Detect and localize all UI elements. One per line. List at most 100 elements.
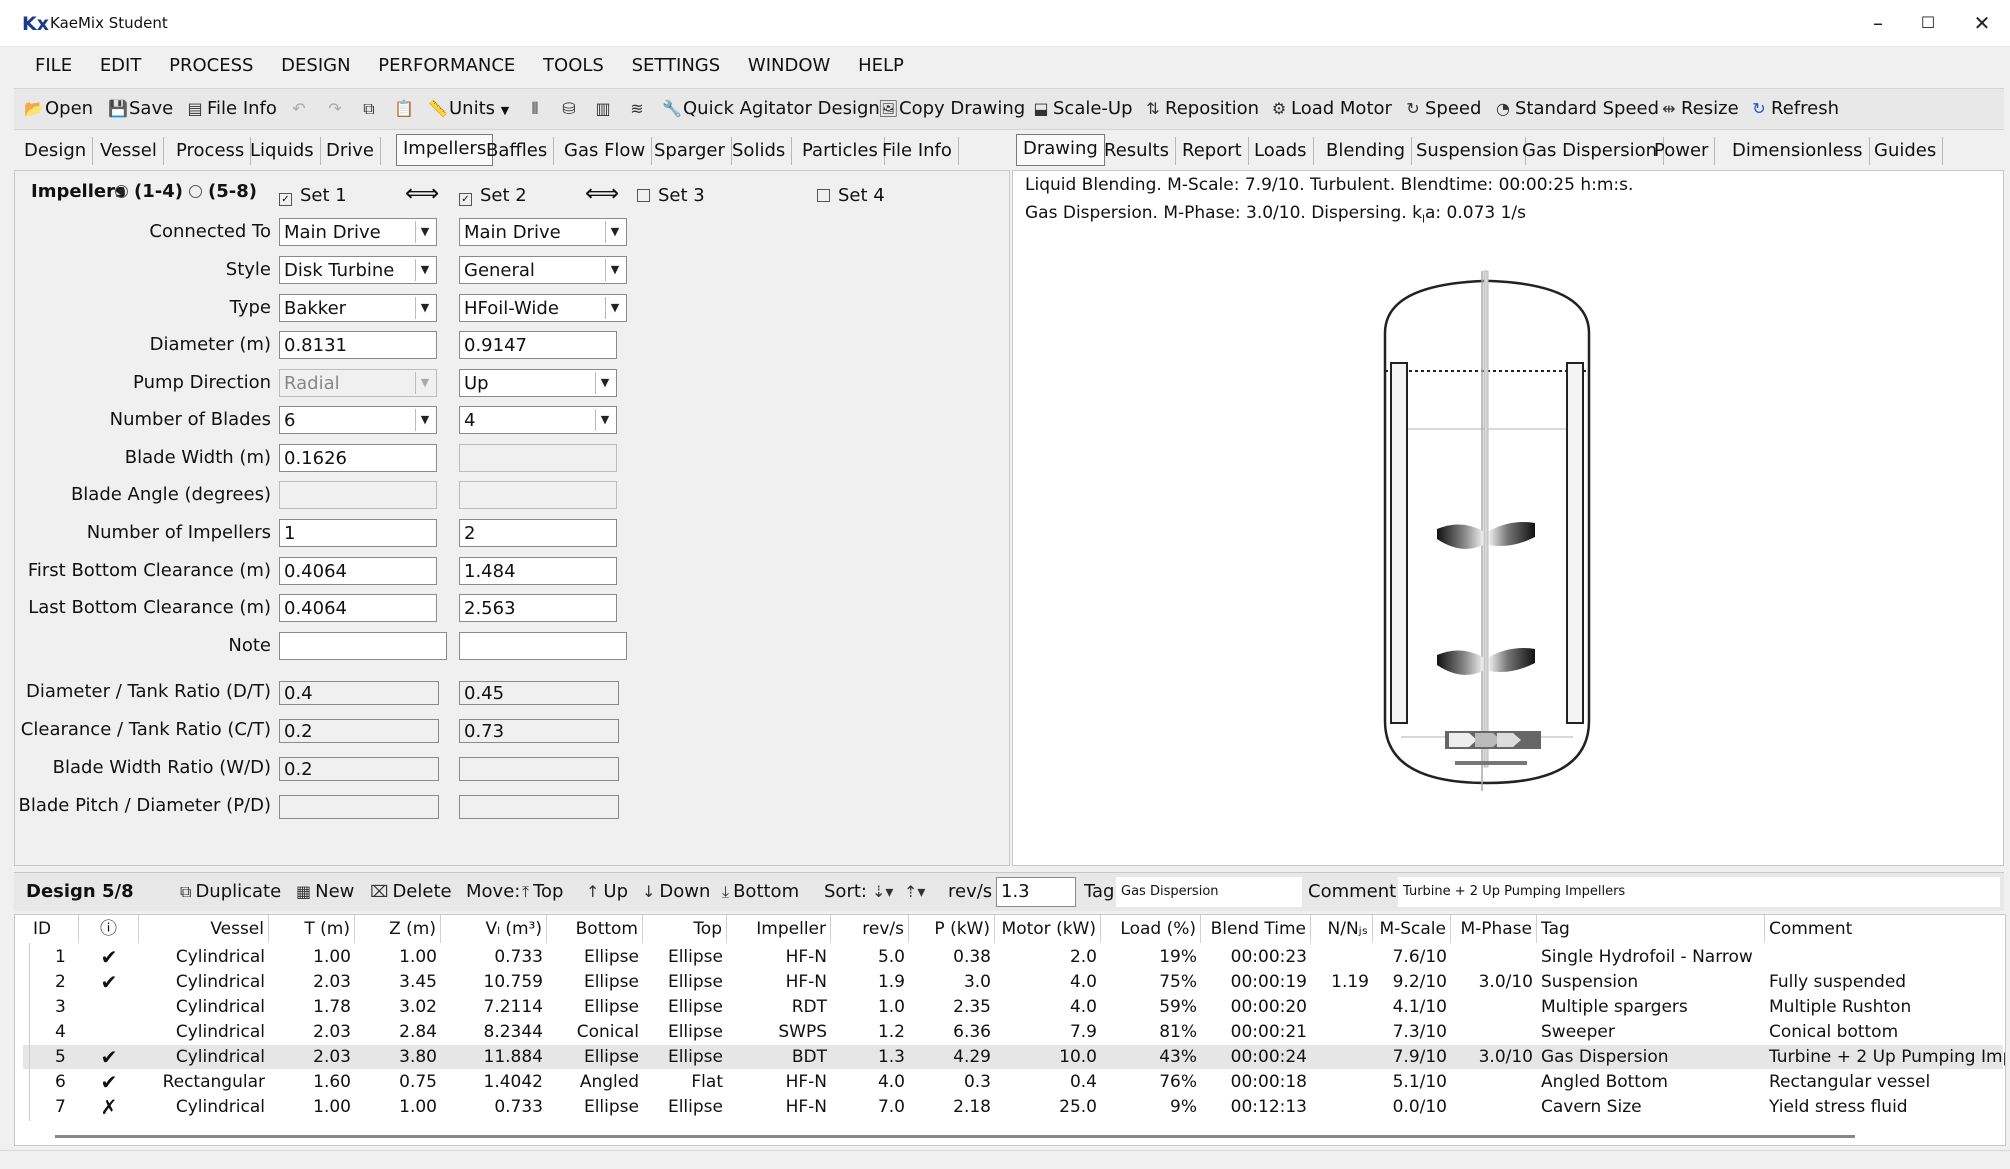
tab-loads[interactable]: Loads — [1248, 137, 1314, 165]
tab-blending[interactable]: Blending — [1320, 137, 1413, 165]
vessel-tool-button[interactable]: ⛁ — [560, 95, 581, 123]
units-dropdown[interactable]: 📏Units ▼ — [428, 95, 509, 123]
set2-number-of-impellers-input[interactable]: 2 — [459, 519, 617, 547]
tab-sparger[interactable]: Sparger — [648, 137, 732, 165]
reposition-button[interactable]: ⇅ Reposition — [1144, 95, 1259, 123]
column-header-njs-ratio[interactable]: N/Nⱼₛ — [1311, 915, 1373, 943]
tab-guides[interactable]: Guides — [1868, 137, 1944, 165]
duplicate-button[interactable]: ⧉ Duplicate — [180, 878, 281, 906]
new-button[interactable]: ▦ New — [296, 878, 354, 906]
tab-vessel[interactable]: Vessel — [94, 137, 164, 165]
horizontal-scrollbar[interactable] — [55, 1135, 1855, 1138]
tab-gas-dispersion[interactable]: Gas Dispersion — [1516, 137, 1665, 165]
column-header-liquid-height[interactable]: Z (m) — [355, 915, 441, 943]
set1-blade-angle-input[interactable] — [279, 481, 437, 509]
move-top-button[interactable]: ⤒ Top — [522, 878, 563, 906]
move-down-button[interactable]: ↓ Down — [642, 878, 710, 906]
menu-edit[interactable]: EDIT — [89, 48, 153, 84]
tab-drawing[interactable]: Drawing — [1016, 134, 1105, 166]
resize-button[interactable]: ⇹ Resize — [1660, 95, 1738, 123]
tab-dimensionless[interactable]: Dimensionless — [1726, 137, 1870, 165]
set1-pump-direction-select[interactable]: Radial ▼ — [279, 369, 437, 397]
set2-last-clearance-input[interactable]: 2.563 — [459, 594, 617, 622]
tab-report[interactable]: Report — [1176, 137, 1249, 165]
tab-results[interactable]: Results — [1098, 137, 1176, 165]
swap-set1-set2-icon[interactable]: ⟺ — [405, 179, 439, 207]
tab-drive[interactable]: Drive — [320, 137, 381, 165]
column-header-bottom[interactable]: Bottom — [547, 915, 643, 943]
set2-number-of-blades-select[interactable]: 4 ▼ — [459, 406, 617, 434]
set2-blade-width-input[interactable] — [459, 444, 617, 472]
swap-set2-set3-icon[interactable]: ⟺ — [585, 179, 619, 207]
move-bottom-button[interactable]: ⤓ Bottom — [722, 878, 799, 906]
column-header-m-scale[interactable]: M-Scale — [1373, 915, 1451, 943]
copy-button[interactable]: ⧉ — [360, 95, 381, 123]
set1-checkbox[interactable]: ✓ Set 1 — [279, 185, 347, 206]
undo-button[interactable]: ↶ — [290, 95, 311, 123]
tab-file-info[interactable]: File Info — [876, 137, 959, 165]
set2-pump-direction-select[interactable]: Up ▼ — [459, 369, 617, 397]
standard-speed-button[interactable]: ◔ Standard Speed — [1494, 95, 1659, 123]
minimize-button[interactable]: – — [1858, 8, 1898, 38]
column-header-liquid-volume[interactable]: Vₗ (m³) — [441, 915, 547, 943]
paste-button[interactable]: 📋 — [394, 95, 415, 123]
set1-number-of-impellers-input[interactable]: 1 — [279, 519, 437, 547]
column-header-info[interactable]: ⓘ — [79, 915, 139, 943]
sort-ascending-button[interactable]: ⇣▾ — [872, 878, 897, 906]
impeller-tool-button[interactable]: ⫴ — [526, 95, 547, 123]
column-header-impeller[interactable]: Impeller — [727, 915, 831, 943]
scale-up-button[interactable]: ⬓ Scale-Up — [1032, 95, 1132, 123]
column-header-tank-diameter[interactable]: T (m) — [269, 915, 355, 943]
tab-impellers[interactable]: Impellers — [396, 134, 494, 166]
quick-agitator-design-button[interactable]: 🔧Quick Agitator Design — [662, 95, 880, 123]
set2-style-select[interactable]: General ▼ — [459, 256, 627, 284]
tab-solids[interactable]: Solids — [726, 137, 793, 165]
move-up-button[interactable]: ↑ Up — [586, 878, 628, 906]
set2-connected-to-select[interactable]: Main Drive ▼ — [459, 218, 627, 246]
menu-settings[interactable]: SETTINGS — [621, 48, 732, 84]
close-button[interactable]: ✕ — [1962, 8, 2002, 38]
delete-button[interactable]: ⌧ Delete — [370, 878, 452, 906]
revs-input[interactable]: 1.3 — [996, 877, 1076, 907]
flow-tool-button[interactable]: ≋ — [628, 95, 649, 123]
tab-baffles[interactable]: Baffles — [480, 137, 555, 165]
set4-checkbox[interactable]: Set 4 — [817, 185, 885, 206]
set1-blade-width-input[interactable]: 0.1626 — [279, 444, 437, 472]
tab-process[interactable]: Process — [170, 137, 252, 165]
tag-input[interactable]: Gas Dispersion — [1116, 877, 1302, 907]
range-5-8-radio[interactable]: (5-8) — [189, 181, 257, 202]
tab-design[interactable]: Design — [18, 137, 94, 165]
speed-button[interactable]: ↻ Speed — [1404, 95, 1481, 123]
column-header-revs[interactable]: rev/s — [831, 915, 909, 943]
file-info-button[interactable]: ▤ File Info — [186, 95, 276, 123]
column-header-motor[interactable]: Motor (kW) — [995, 915, 1101, 943]
column-header-tag[interactable]: Tag — [1537, 915, 1765, 943]
column-header-load[interactable]: Load (%) — [1101, 915, 1201, 943]
redo-button[interactable]: ↷ — [326, 95, 347, 123]
set1-connected-to-select[interactable]: Main Drive ▼ — [279, 218, 437, 246]
set1-type-select[interactable]: Bakker ▼ — [279, 294, 437, 322]
column-header-id[interactable]: ID — [29, 915, 79, 943]
column-header-top[interactable]: Top — [643, 915, 727, 943]
menu-tools[interactable]: TOOLS — [532, 48, 615, 84]
sort-descending-button[interactable]: ⇡▾ — [904, 878, 929, 906]
set1-style-select[interactable]: Disk Turbine ▼ — [279, 256, 437, 284]
menu-file[interactable]: FILE — [24, 48, 83, 84]
comment-input[interactable]: Turbine + 2 Up Pumping Impellers — [1398, 877, 2000, 907]
open-button[interactable]: 📂Open — [24, 95, 93, 123]
menu-design[interactable]: DESIGN — [270, 48, 361, 84]
set2-blade-angle-input[interactable] — [459, 481, 617, 509]
set2-type-select[interactable]: HFoil-Wide ▼ — [459, 294, 627, 322]
menu-performance[interactable]: PERFORMANCE — [367, 48, 526, 84]
set2-note-input[interactable] — [459, 632, 627, 660]
set2-checkbox[interactable]: ✓ Set 2 — [459, 185, 527, 206]
tank-tool-button[interactable]: ▥ — [594, 95, 615, 123]
column-header-vessel[interactable]: Vessel — [139, 915, 269, 943]
refresh-button[interactable]: ↻ Refresh — [1750, 95, 1839, 123]
set3-checkbox[interactable]: Set 3 — [637, 185, 705, 206]
column-header-power[interactable]: P (kW) — [909, 915, 995, 943]
tab-suspension[interactable]: Suspension — [1410, 137, 1526, 165]
copy-drawing-button[interactable]: 🖼Copy Drawing — [878, 95, 1025, 123]
tab-power[interactable]: Power — [1648, 137, 1716, 165]
column-header-comment[interactable]: Comment — [1765, 915, 2005, 943]
